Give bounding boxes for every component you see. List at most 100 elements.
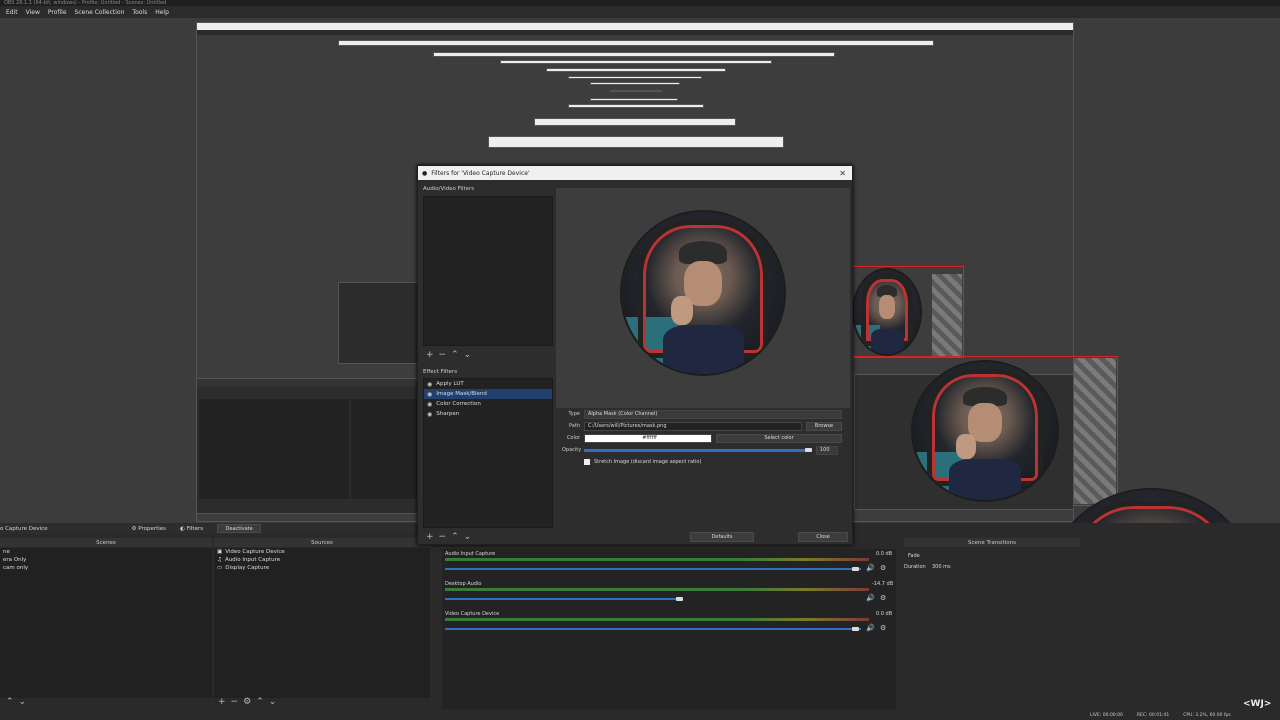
menu-view[interactable]: View xyxy=(26,9,40,16)
defaults-button[interactable]: Defaults xyxy=(690,532,754,542)
filter-item[interactable]: ◉ Sharpen xyxy=(424,409,552,419)
path-input[interactable]: C:/Users/will/Pictures/mask.png xyxy=(584,421,802,431)
move-up-icon[interactable]: ⌃ xyxy=(451,532,459,542)
av-filters-toolbar: + − ⌃ ⌄ xyxy=(426,350,471,360)
filter-item[interactable]: ◉ Image Mask/Blend xyxy=(424,389,552,399)
menu-bar: Edit View Profile Scene Collection Tools… xyxy=(0,6,1280,18)
add-icon[interactable]: + xyxy=(426,532,434,542)
webcam-overlay-mid xyxy=(911,360,1059,502)
obs-icon: ● xyxy=(422,169,428,177)
add-icon[interactable]: + xyxy=(426,350,434,360)
close-icon[interactable]: ✕ xyxy=(839,169,846,178)
select-color-button[interactable]: Select color xyxy=(716,433,842,443)
duration-label: Duration xyxy=(904,564,926,570)
audio-mixer: Audio Input Capture 0.0 dB 🔊 ⚙ Desktop A… xyxy=(442,549,896,709)
volume-slider[interactable] xyxy=(445,598,679,600)
type-select[interactable]: Alpha Mask (Color Channel) xyxy=(584,409,842,419)
volume-knob[interactable] xyxy=(852,567,859,571)
move-down-icon[interactable]: ⌄ xyxy=(269,697,277,707)
gear-icon[interactable]: ⚙ xyxy=(880,564,886,572)
nested-capture-8 xyxy=(610,90,662,92)
rec-status: REC: 00:01:41 xyxy=(1136,713,1170,718)
menu-edit[interactable]: Edit xyxy=(6,9,18,16)
eye-icon[interactable]: ◉ xyxy=(427,391,432,398)
volume-slider[interactable] xyxy=(445,568,861,570)
filters-button[interactable]: ◐ Filters xyxy=(180,526,203,532)
sources-header: Sources xyxy=(214,538,430,547)
webcam-preview xyxy=(620,210,786,376)
menu-help[interactable]: Help xyxy=(155,9,169,16)
move-up-icon[interactable]: ⌃ xyxy=(451,350,459,360)
nested-capture-10 xyxy=(568,104,704,108)
filter-preview xyxy=(556,188,850,408)
source-item[interactable]: ♫ Audio Input Capture xyxy=(214,556,430,564)
nested-capture-7 xyxy=(590,82,680,85)
move-down-icon[interactable]: ⌄ xyxy=(464,532,472,542)
mixer-channel-db: 0.0 dB xyxy=(876,611,893,617)
sources-list[interactable]: ▣ Video Capture Device ♫ Audio Input Captu… xyxy=(214,548,430,698)
eye-icon[interactable]: ◉ xyxy=(427,411,432,418)
duration-value[interactable]: 300 ms xyxy=(932,564,951,570)
speaker-icon[interactable]: 🔊 xyxy=(866,594,875,602)
scenes-header: Scenes xyxy=(0,538,212,547)
move-up-icon[interactable]: ⌃ xyxy=(256,697,264,707)
stretch-checkbox[interactable] xyxy=(584,459,590,465)
source-item[interactable]: ▭ Display Capture xyxy=(214,564,430,572)
speaker-icon[interactable]: 🔊 xyxy=(866,564,875,572)
live-status: LIVE: 00:00:00 xyxy=(1090,713,1123,718)
remove-icon[interactable]: − xyxy=(439,350,447,360)
path-label: Path xyxy=(569,423,580,429)
volume-slider[interactable] xyxy=(445,628,861,630)
mixer-channel-name: Video Capture Device xyxy=(445,611,500,617)
remove-icon[interactable]: − xyxy=(231,697,239,707)
properties-button[interactable]: ⚙ Properties xyxy=(132,526,166,532)
filter-item[interactable]: ◉ Color Correction xyxy=(424,399,552,409)
browse-button[interactable]: Browse xyxy=(806,421,842,431)
mixer-channel-db: -14.7 dB xyxy=(872,581,894,587)
effect-filters-toolbar: + − ⌃ ⌄ xyxy=(426,532,471,542)
gear-icon[interactable]: ⚙ xyxy=(880,594,886,602)
scene-item[interactable]: cam only xyxy=(0,564,212,572)
source-item[interactable]: ▣ Video Capture Device xyxy=(214,548,430,556)
nested-capture-6 xyxy=(568,76,702,79)
deactivate-button[interactable]: Deactivate xyxy=(217,524,262,533)
remove-icon[interactable]: − xyxy=(439,532,447,542)
move-up-icon[interactable]: ⌃ xyxy=(6,697,14,707)
scene-item[interactable]: era Only xyxy=(0,556,212,564)
color-value: #ffffff xyxy=(584,433,712,443)
volume-knob[interactable] xyxy=(852,627,859,631)
filter-item[interactable]: ◉ Apply LUT xyxy=(424,379,552,389)
dialog-titlebar: ● Filters for 'Video Capture Device' ✕ xyxy=(418,166,852,180)
scene-item[interactable]: ne xyxy=(0,548,212,556)
transitions-header: Scene Transitions xyxy=(904,538,1080,547)
video-icon: ▣ xyxy=(217,549,223,555)
menu-profile[interactable]: Profile xyxy=(48,9,67,16)
close-button[interactable]: Close xyxy=(798,532,848,542)
menu-tools[interactable]: Tools xyxy=(132,9,147,16)
opacity-value[interactable]: 100 xyxy=(816,445,838,455)
nested-capture-12 xyxy=(488,136,784,148)
nested-dock-small xyxy=(338,282,418,364)
opacity-slider[interactable] xyxy=(584,447,812,452)
dock-area: o Capture Device ⚙ Properties ◐ Filters … xyxy=(0,523,1280,720)
nested-capture-5 xyxy=(546,68,726,72)
move-down-icon[interactable]: ⌄ xyxy=(19,697,27,707)
menu-scene-collection[interactable]: Scene Collection xyxy=(75,9,125,16)
speaker-icon[interactable]: 🔊 xyxy=(866,624,875,632)
effect-filters-label: Effect Filters xyxy=(423,369,458,375)
mixer-channel-name: Audio Input Capture xyxy=(445,551,496,557)
move-down-icon[interactable]: ⌄ xyxy=(464,350,472,360)
av-filters-list[interactable] xyxy=(423,196,553,346)
cpu-status: CPU: 3.2%, 60.00 fps xyxy=(1183,713,1231,718)
eye-icon[interactable]: ◉ xyxy=(427,401,432,408)
volume-knob[interactable] xyxy=(676,597,683,601)
transition-type[interactable]: Fade xyxy=(908,553,920,559)
nested-capture-9 xyxy=(590,98,678,101)
gear-icon[interactable]: ⚙ xyxy=(243,697,251,707)
effect-filters-list[interactable]: ◉ Apply LUT ◉ Image Mask/Blend ◉ Color Corr… xyxy=(423,378,553,528)
scenes-list[interactable]: ne era Only cam only xyxy=(0,548,212,698)
opacity-knob[interactable] xyxy=(805,447,812,452)
eye-icon[interactable]: ◉ xyxy=(427,381,432,388)
gear-icon[interactable]: ⚙ xyxy=(880,624,886,632)
add-icon[interactable]: + xyxy=(218,697,226,707)
